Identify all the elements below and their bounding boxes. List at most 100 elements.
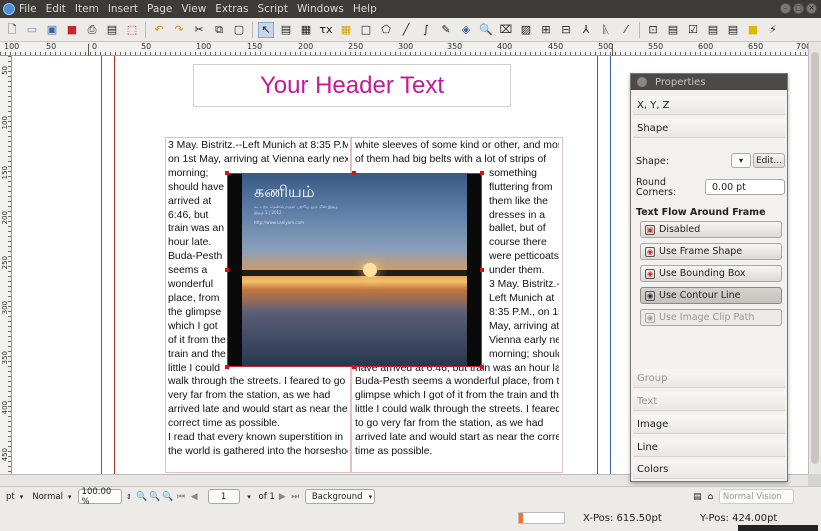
new-document-icon[interactable]: 🗋 [4, 22, 20, 38]
resize-handle[interactable] [480, 268, 484, 272]
resize-handle[interactable] [225, 268, 229, 272]
resize-handle[interactable] [352, 171, 356, 175]
menu-windows[interactable]: Windows [297, 3, 344, 15]
menu-file[interactable]: File [19, 3, 37, 15]
menu-view[interactable]: View [181, 3, 206, 15]
minimize-icon[interactable]: – [780, 3, 791, 14]
first-page-icon[interactable]: ⏮ [176, 491, 187, 502]
paste-icon[interactable]: ▢ [231, 22, 247, 38]
vertical-ruler[interactable]: 50 100 150 200 250 300 350 400 450 [0, 56, 12, 474]
image-frame-icon[interactable]: ▦ [298, 22, 314, 38]
text-frame-icon[interactable]: ▤ [278, 22, 294, 38]
unlink-frames-icon[interactable]: ⊟ [558, 22, 574, 38]
image-mode-select[interactable]: Normal ▾ [29, 489, 74, 504]
select-item-icon[interactable]: ↖ [258, 21, 274, 38]
page-number-field[interactable]: 1 [207, 489, 240, 504]
section-shape[interactable]: Shape [633, 119, 785, 138]
section-image[interactable]: Image [633, 415, 785, 434]
render-frame-icon[interactable]: τx [318, 22, 334, 38]
zoom-icon[interactable]: 🔍 [478, 22, 494, 38]
menu-help[interactable]: Help [353, 3, 377, 15]
resize-handle[interactable] [352, 365, 356, 369]
zoom-out-icon[interactable]: 🔍 [136, 491, 147, 502]
last-page-icon[interactable]: ⏭ [290, 491, 301, 502]
undo-icon[interactable]: ↶ [151, 22, 167, 38]
close-icon[interactable]: × [806, 3, 817, 14]
maximize-icon[interactable]: □ [793, 3, 804, 14]
image-frame-selected[interactable]: கணியம் கட்டற்ற மென்பொருள் பற்றிய ஒரு மின… [227, 173, 482, 367]
section-group[interactable]: Group [633, 369, 785, 388]
flow-bounding-box-button[interactable]: ◉ Use Bounding Box [640, 265, 782, 282]
vision-select[interactable]: Normal Vision [718, 489, 794, 504]
measurements-icon[interactable]: ⅄ [578, 22, 594, 38]
close-document-icon[interactable]: ■ [64, 22, 80, 38]
freehand-icon[interactable]: ✎ [438, 22, 454, 38]
polygon-icon[interactable]: ⬠ [378, 22, 394, 38]
text-annotation-icon[interactable]: ■ [745, 22, 761, 38]
menu-item[interactable]: Item [75, 3, 99, 15]
menu-extras[interactable]: Extras [215, 3, 248, 15]
close-icon[interactable] [637, 77, 647, 87]
preview-mode-icon[interactable]: ▤ [692, 491, 703, 502]
edit-contents-icon[interactable]: ⌧ [498, 22, 514, 38]
scrollbar-thumb[interactable] [811, 52, 819, 464]
preflight-icon[interactable]: ▤ [104, 22, 120, 38]
shape-icon[interactable]: □ [358, 22, 374, 38]
resize-handle[interactable] [480, 365, 484, 369]
shape-picker-icon[interactable]: ▾ [731, 153, 751, 168]
open-document-icon[interactable]: ▭ [24, 22, 40, 38]
section-line[interactable]: Line [633, 438, 785, 457]
export-pdf-icon[interactable]: ⬚ [124, 22, 140, 38]
line-icon[interactable]: ╱ [398, 22, 414, 38]
menu-edit[interactable]: Edit [46, 3, 66, 15]
horizontal-ruler[interactable]: 100 50 0 50 100 150 200 250 300 350 400 … [0, 42, 811, 56]
link-annotation-icon[interactable]: ⚡ [765, 22, 781, 38]
section-colors[interactable]: Colors [633, 460, 785, 479]
cut-icon[interactable]: ✂ [191, 22, 207, 38]
bezier-icon[interactable]: ∫ [418, 22, 434, 38]
print-icon[interactable]: ⎙ [84, 22, 100, 38]
properties-titlebar[interactable]: Properties [631, 74, 787, 90]
table-icon[interactable]: ▦ [338, 22, 354, 38]
resize-handle[interactable] [225, 365, 229, 369]
pdf-combobox-icon[interactable]: ▤ [705, 22, 721, 38]
redo-icon[interactable]: ↷ [171, 22, 187, 38]
copy-properties-icon[interactable]: ᚣ [598, 22, 614, 38]
previous-page-icon[interactable]: ◀ [189, 491, 200, 502]
zoom-in-icon[interactable]: 🔍 [162, 491, 173, 502]
chevron-down-icon[interactable]: ▾ [244, 491, 255, 502]
zoom-field[interactable]: 100.00 % [77, 487, 122, 507]
menu-insert[interactable]: Insert [108, 3, 138, 15]
resize-handle[interactable] [480, 171, 484, 175]
view-mode-icon[interactable]: ⌂ [705, 491, 716, 502]
save-icon[interactable]: ▣ [44, 22, 60, 38]
flow-clip-path-button[interactable]: ◉ Use Image Clip Path [640, 309, 782, 326]
round-corners-spinbox[interactable]: 0.00 pt [705, 179, 785, 195]
scribus-app-icon[interactable] [3, 3, 15, 15]
flow-contour-line-button[interactable]: ◉ Use Contour Line [640, 287, 782, 304]
rotate-icon[interactable]: ◈ [458, 22, 474, 38]
layer-select[interactable]: Background ▾ [304, 489, 375, 504]
resize-handle[interactable] [225, 171, 229, 175]
unit-select[interactable]: pt ▾ [3, 489, 26, 504]
pdf-checkbox-icon[interactable]: ☑ [685, 22, 701, 38]
next-page-icon[interactable]: ▶ [277, 491, 288, 502]
section-text[interactable]: Text [633, 392, 785, 411]
edit-text-icon[interactable]: ▨ [518, 22, 534, 38]
link-frames-icon[interactable]: ⊞ [538, 22, 554, 38]
pdf-listbox-icon[interactable]: ▤ [725, 22, 741, 38]
flow-frame-shape-button[interactable]: ◉ Use Frame Shape [640, 243, 782, 260]
pdf-pushbutton-icon[interactable]: ⊡ [645, 22, 661, 38]
copy-icon[interactable]: ⧉ [211, 22, 227, 38]
menu-script[interactable]: Script [257, 3, 287, 15]
edit-shape-button[interactable]: Edit... [753, 153, 785, 168]
header-text-frame[interactable]: Your Header Text [193, 64, 511, 107]
section-xyz[interactable]: X, Y, Z [633, 96, 785, 115]
flow-disabled-button[interactable]: ▣ Disabled [640, 221, 782, 238]
zoom-100-icon[interactable]: 🔍 [149, 491, 160, 502]
canvas-vertical-scrollbar[interactable] [808, 42, 821, 474]
eyedropper-icon[interactable]: ⁄ [618, 22, 634, 38]
stepper-icon[interactable]: ⇕ [124, 491, 135, 502]
menu-page[interactable]: Page [147, 3, 172, 15]
pdf-textfield-icon[interactable]: ▤ [665, 22, 681, 38]
